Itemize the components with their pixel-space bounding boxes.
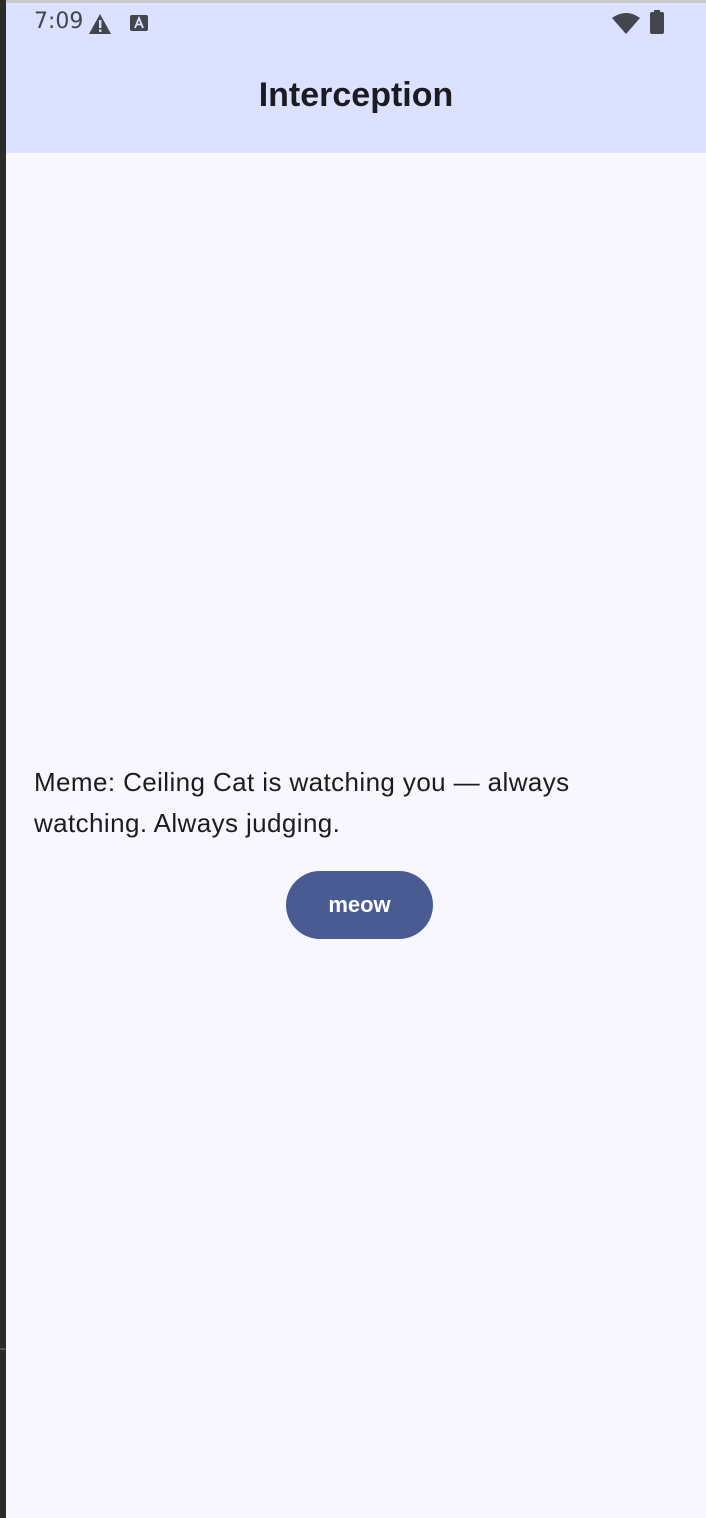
- meme-text: Meme: Ceiling Cat is watching you — alwa…: [34, 767, 570, 838]
- screen: 7:09 Interception Meme: Ceiling Cat is w…: [0, 0, 706, 1518]
- battery-icon: [650, 10, 664, 34]
- status-bar: 7:09: [6, 3, 706, 43]
- window-left-edge: [0, 0, 6, 1518]
- window-edge-mark: [0, 1348, 6, 1350]
- status-time: 7:09: [34, 9, 84, 34]
- page-title: Interception: [258, 76, 454, 114]
- a-icon: [130, 15, 148, 31]
- wifi-icon: [612, 13, 640, 34]
- warning-icon: [89, 14, 111, 34]
- meow-button[interactable]: meow: [286, 871, 433, 939]
